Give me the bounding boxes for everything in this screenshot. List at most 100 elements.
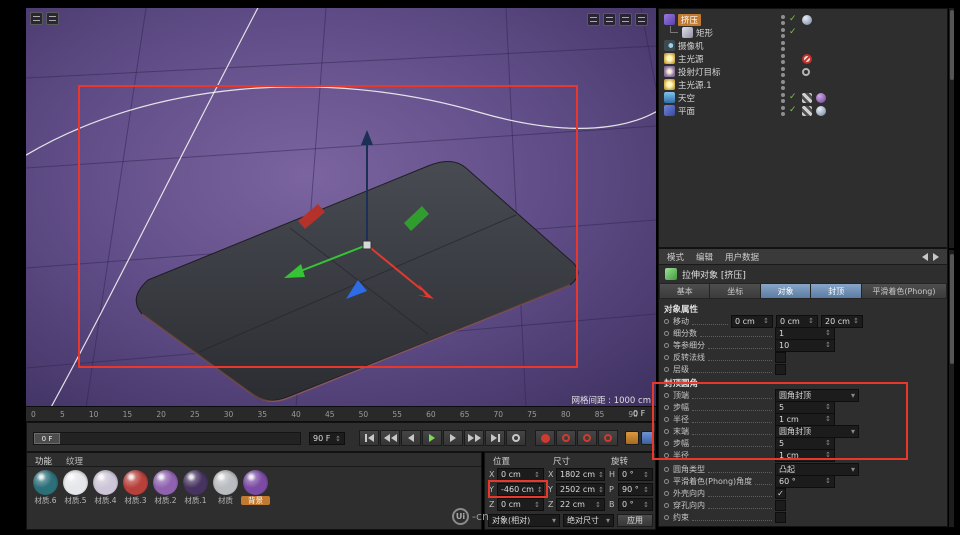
history-forward-icon[interactable]: [933, 252, 939, 261]
object-row-spot-target[interactable]: 投射灯目标: [659, 65, 947, 78]
current-frame-handle[interactable]: 0 F: [34, 433, 60, 444]
material-sphere[interactable]: [123, 470, 148, 495]
material-item[interactable]: 材质.4: [91, 470, 120, 505]
object-row-plane[interactable]: 平面 ✓: [659, 104, 947, 117]
scrollbar-thumb[interactable]: [950, 10, 954, 80]
object-row-camera[interactable]: 摄像机: [659, 39, 947, 52]
record-position-button[interactable]: [577, 430, 597, 446]
pos-z-field[interactable]: 0 cm: [497, 498, 544, 511]
rot-p-field[interactable]: 90 °: [618, 483, 653, 496]
object-name[interactable]: 挤压: [678, 13, 702, 26]
history-back-icon[interactable]: [922, 252, 928, 261]
anim-dot-icon[interactable]: [664, 404, 669, 410]
move-x-field[interactable]: 0 cm: [731, 314, 773, 328]
material-item[interactable]: 材质.2: [151, 470, 180, 505]
target-tag-icon[interactable]: [802, 67, 810, 76]
anim-dot-icon[interactable]: [664, 428, 669, 434]
menu-mode[interactable]: 模式: [667, 251, 684, 263]
material-menu-texture[interactable]: 纹理: [66, 455, 83, 467]
anim-dot-icon[interactable]: [664, 416, 669, 422]
pos-y-field[interactable]: -460 cm: [497, 483, 544, 496]
gizmo-center[interactable]: [362, 240, 372, 250]
phong-angle-field[interactable]: 60 °: [775, 474, 835, 488]
go-to-end-button[interactable]: [485, 430, 505, 446]
scrollbar-thumb[interactable]: [950, 254, 954, 364]
play-button[interactable]: [422, 430, 442, 446]
anim-dot-icon[interactable]: [664, 440, 669, 446]
material-sphere[interactable]: [243, 470, 268, 495]
object-row-main-light-1[interactable]: 主光源.1: [659, 78, 947, 91]
visibility-dots[interactable]: [781, 79, 785, 90]
viewport-maximize-icon[interactable]: [635, 13, 648, 26]
tab-basic[interactable]: 基本: [659, 283, 711, 299]
size-z-field[interactable]: 22 cm: [556, 498, 605, 511]
anim-dot-icon[interactable]: [664, 452, 669, 458]
material-sphere[interactable]: [213, 470, 238, 495]
iso-subdivision-field[interactable]: 10: [775, 338, 835, 352]
anim-dot-icon[interactable]: [664, 354, 669, 360]
pos-x-field[interactable]: 0 cm: [497, 468, 544, 481]
visibility-dots[interactable]: [781, 27, 785, 38]
coordinate-mode-dropdown[interactable]: 对象(相对): [488, 514, 560, 527]
next-frame-button[interactable]: [443, 430, 463, 446]
visibility-dots[interactable]: [781, 14, 785, 25]
material-item[interactable]: 材质.3: [121, 470, 150, 505]
viewport-orbit-icon[interactable]: [619, 13, 632, 26]
viewport-menu-icon[interactable]: [30, 12, 43, 25]
viewport-canvas[interactable]: [26, 8, 656, 408]
record-keyframe-button[interactable]: [535, 430, 555, 446]
viewport-zoom-icon[interactable]: [603, 13, 616, 26]
enable-check-icon[interactable]: ✓: [789, 13, 798, 26]
tab-phong[interactable]: 平滑着色(Phong): [861, 283, 947, 299]
attribute-manager-scrollbar[interactable]: [948, 250, 954, 527]
material-sphere[interactable]: [33, 470, 58, 495]
viewport-options-icon[interactable]: [46, 12, 59, 25]
next-key-button[interactable]: [464, 430, 484, 446]
enable-check-icon[interactable]: ✓: [789, 26, 798, 39]
anim-dot-icon[interactable]: [664, 330, 669, 336]
texture-tag-icon[interactable]: [802, 105, 812, 116]
object-name[interactable]: 平面: [678, 105, 695, 117]
material-item-selected[interactable]: 背景: [241, 470, 270, 505]
hierarchy-checkbox[interactable]: [775, 363, 786, 375]
anim-dot-icon[interactable]: [664, 466, 669, 472]
object-row-sky[interactable]: 天空 ✓: [659, 91, 947, 104]
enable-check-icon[interactable]: ✓: [789, 104, 798, 117]
exclusion-tag-icon[interactable]: [802, 53, 812, 64]
previous-key-button[interactable]: [380, 430, 400, 446]
visibility-dots[interactable]: [781, 105, 785, 116]
material-item[interactable]: 材质.6: [31, 470, 60, 505]
apply-button[interactable]: 应用: [617, 514, 653, 527]
phong-tag-icon[interactable]: [816, 105, 826, 116]
visibility-dots[interactable]: [781, 92, 785, 103]
material-menu-function[interactable]: 功能: [35, 455, 52, 467]
go-to-start-button[interactable]: [359, 430, 379, 446]
object-name[interactable]: 主光源: [678, 53, 704, 65]
hull-inward-checkbox[interactable]: ✓: [775, 487, 786, 499]
object-name[interactable]: 摄像机: [678, 40, 704, 52]
anim-dot-icon[interactable]: [664, 514, 669, 520]
menu-edit[interactable]: 编辑: [696, 251, 713, 263]
timeline-slider[interactable]: 0 F: [33, 432, 301, 445]
size-y-field[interactable]: 2502 cm: [556, 483, 605, 496]
material-sphere[interactable]: [63, 470, 88, 495]
menu-userdata[interactable]: 用户数据: [725, 251, 759, 263]
object-name[interactable]: 投射灯目标: [678, 66, 721, 78]
anim-dot-icon[interactable]: [664, 490, 669, 496]
material-sphere[interactable]: [153, 470, 178, 495]
object-row-extrude[interactable]: 挤压 ✓: [659, 13, 947, 26]
object-row-main-light[interactable]: 主光源: [659, 52, 947, 65]
object-name[interactable]: 天空: [678, 92, 695, 104]
rot-b-field[interactable]: 0 °: [618, 498, 653, 511]
anim-dot-icon[interactable]: [664, 392, 669, 398]
hole-inward-checkbox[interactable]: [775, 499, 786, 511]
visibility-dots[interactable]: [781, 40, 785, 51]
material-item[interactable]: 材质.1: [181, 470, 210, 505]
keyframe-selection-icon[interactable]: [625, 431, 639, 445]
rot-h-field[interactable]: 0 °: [618, 468, 653, 481]
tab-object[interactable]: 对象: [760, 283, 812, 299]
anim-dot-icon[interactable]: [664, 318, 669, 324]
material-sphere[interactable]: [183, 470, 208, 495]
key-icon[interactable]: [641, 431, 655, 445]
object-name[interactable]: 主光源.1: [678, 79, 712, 91]
